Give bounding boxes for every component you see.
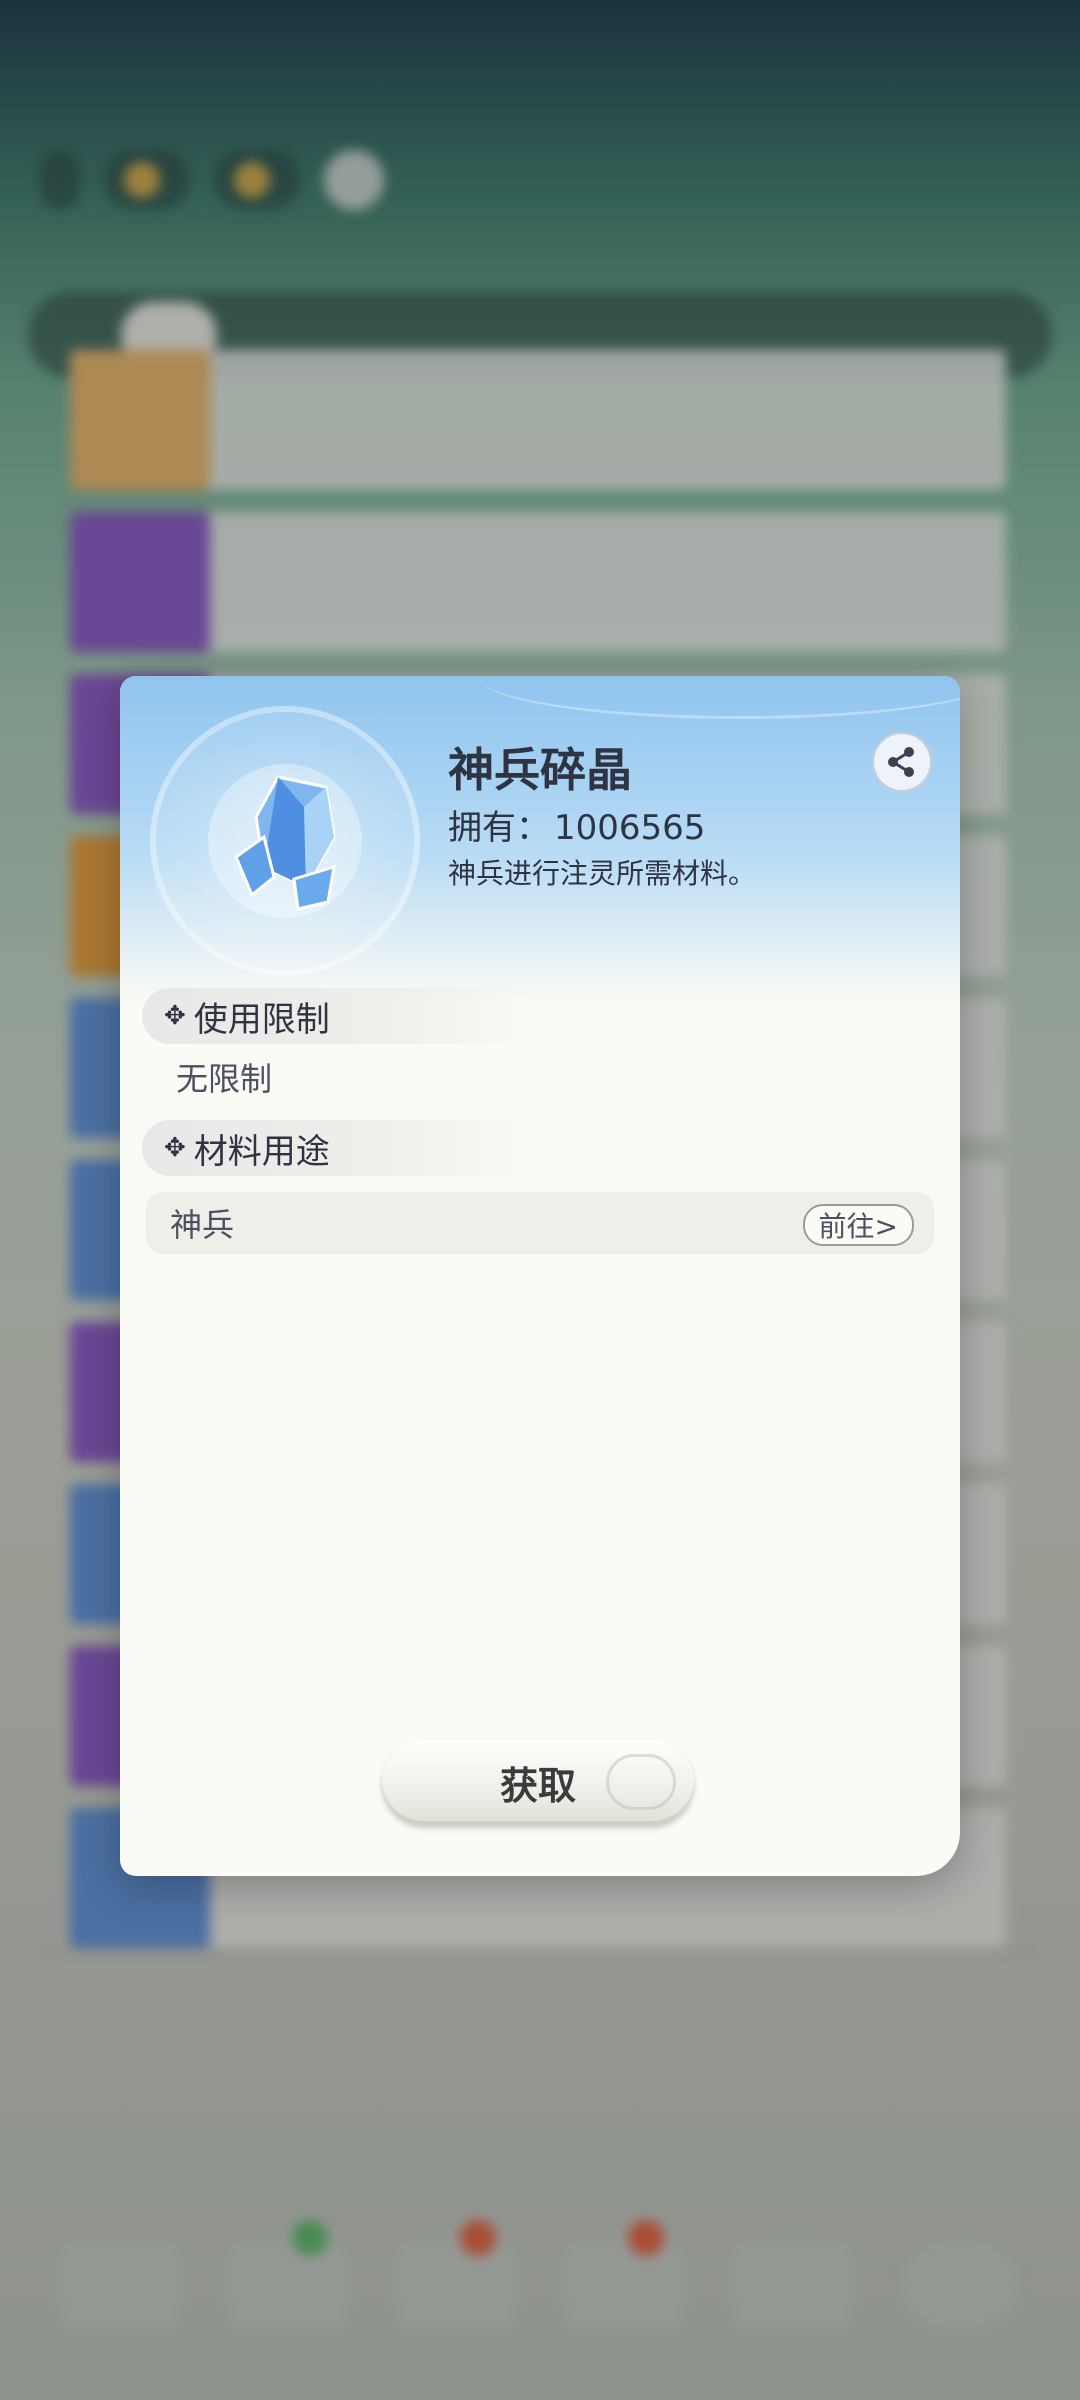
diamond-icon: ✥ <box>164 1001 186 1031</box>
usage-item-row: 神兵 前往> <box>146 1192 934 1254</box>
obtain-button-label: 获取 <box>499 1763 576 1808</box>
cloud-pattern-icon <box>606 1754 676 1810</box>
dialog-header: 神兵碎晶 拥有： 1006565 神兵进行注灵所需材料。 <box>120 676 960 1006</box>
obtain-button[interactable]: 获取 <box>382 1740 694 1824</box>
item-emblem <box>150 706 420 976</box>
diamond-icon: ✥ <box>164 1133 186 1163</box>
item-detail-dialog: 神兵碎晶 拥有： 1006565 神兵进行注灵所需材料。 ✥ 使用限制 无限制 ✥ 材… <box>120 676 960 1876</box>
share-button[interactable] <box>872 732 932 792</box>
usage-item-label: 神兵 <box>170 1206 235 1244</box>
crystal-icon <box>234 775 336 911</box>
goto-button[interactable]: 前往> <box>802 1204 914 1246</box>
share-icon <box>888 747 914 777</box>
section-usage-restriction: ✥ 使用限制 <box>142 988 532 1044</box>
section-title: 材料用途 <box>193 1131 330 1172</box>
restriction-value: 无限制 <box>176 1060 273 1098</box>
owned-label: 拥有： <box>448 808 550 848</box>
section-title: 使用限制 <box>193 999 330 1040</box>
header-decoration <box>480 676 960 719</box>
owned-count: 拥有： 1006565 <box>448 800 705 849</box>
item-description: 神兵进行注灵所需材料。 <box>448 857 757 890</box>
owned-value: 1006565 <box>554 808 706 848</box>
item-name: 神兵碎晶 <box>448 743 632 797</box>
section-material-usage: ✥ 材料用途 <box>142 1120 532 1176</box>
